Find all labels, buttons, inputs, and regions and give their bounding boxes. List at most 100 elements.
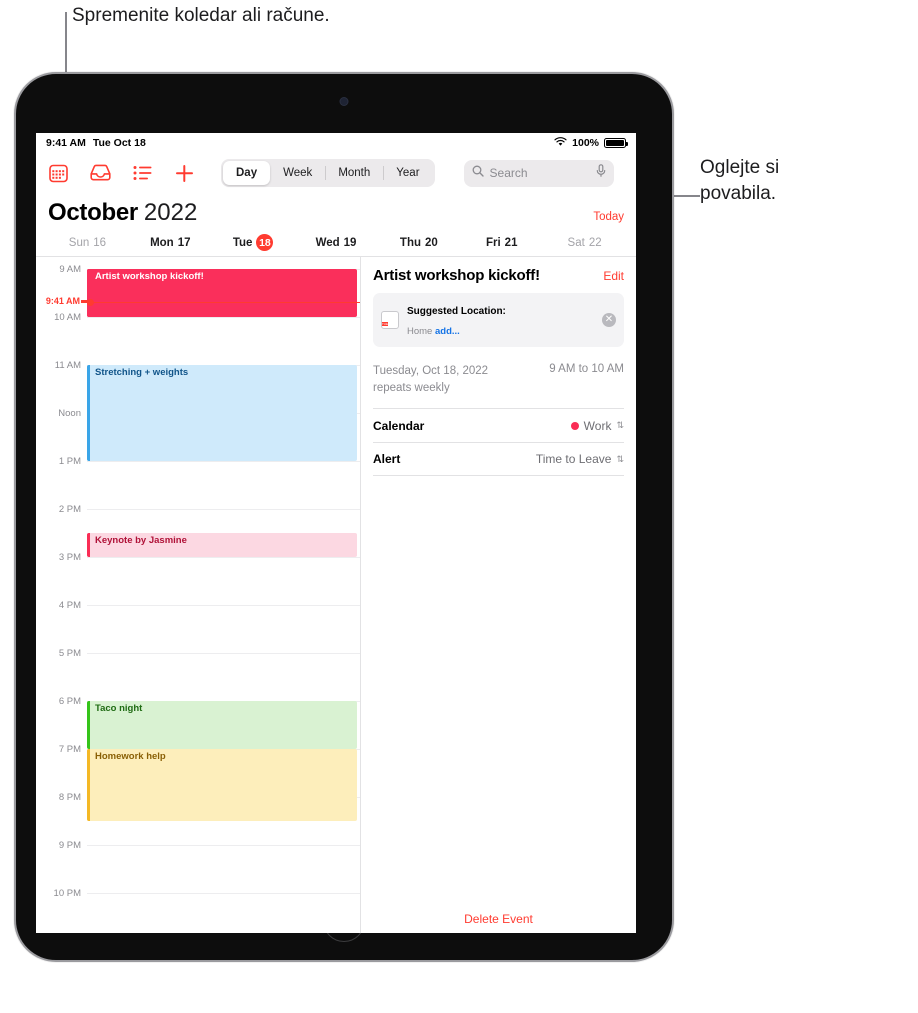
day-number: 17 <box>177 236 191 249</box>
day-cell-sat-22[interactable]: Sat 22 <box>543 237 626 249</box>
event-date: Tuesday, Oct 18, 2022 <box>373 365 489 377</box>
calendars-icon[interactable] <box>48 163 69 184</box>
week-day-strip: Sun 16 Mon 17 Tue 18 Wed 19 Thu 20 Fri 2… <box>36 229 636 257</box>
search-field[interactable]: Search <box>463 159 614 187</box>
event-color-stripe <box>87 749 90 821</box>
add-icon[interactable] <box>174 163 195 184</box>
status-time: 9:41 AM <box>46 137 86 149</box>
day-number: 19 <box>343 236 357 249</box>
microphone-icon[interactable] <box>596 164 606 182</box>
hour-gridline <box>87 893 360 894</box>
hour-gridline <box>87 605 360 606</box>
battery-icon <box>604 138 628 148</box>
row-alert[interactable]: Alert Time to Leave ⇅ <box>373 442 624 477</box>
callout-top-text: Spremenite koledar ali račune. <box>72 5 330 26</box>
close-icon[interactable]: ✕ <box>602 313 616 327</box>
event-color-stripe <box>87 533 90 557</box>
ipad-screen: 9:41 AM Tue Oct 18 100% Day Week Month Y… <box>36 133 636 933</box>
chevron-updown-icon[interactable]: ⇅ <box>616 454 624 465</box>
hour-gridline <box>87 845 360 846</box>
month-header: October 2022 Today <box>36 193 636 229</box>
suggestion-text: Suggested Location: Home add... <box>407 300 594 340</box>
segment-month[interactable]: Month <box>325 161 383 185</box>
day-weekday: Tue <box>232 236 253 249</box>
hour-gridline <box>87 461 360 462</box>
event-title-label: Homework help <box>95 751 166 762</box>
app-toolbar: Day Week Month Year Search <box>36 153 636 193</box>
hour-label: 2 PM <box>58 504 81 515</box>
month-year: 2022 <box>143 199 198 226</box>
row-alert-value[interactable]: Time to Leave ⇅ <box>536 452 624 466</box>
calendar-color-dot <box>570 421 579 430</box>
row-calendar-value[interactable]: Work ⇅ <box>570 418 624 433</box>
suggestion-subtitle: Home add... <box>407 326 460 337</box>
event-title-label: Artist workshop kickoff! <box>95 271 204 282</box>
inbox-icon[interactable] <box>90 163 111 184</box>
day-number: 21 <box>504 236 518 249</box>
hour-label: 11 AM <box>54 360 81 371</box>
event-color-stripe <box>87 269 90 317</box>
hour-row: 4 PM <box>36 600 360 653</box>
hour-label: 4 PM <box>58 600 81 611</box>
segment-year[interactable]: Year <box>383 161 432 185</box>
day-cell-tue-18[interactable]: Tue 18 <box>212 234 295 251</box>
day-weekday: Thu <box>399 236 421 249</box>
search-input-placeholder[interactable]: Search <box>490 166 590 180</box>
event-title-label: Keynote by Jasmine <box>95 535 187 546</box>
day-weekday: Mon <box>150 236 174 249</box>
day-cell-fri-21[interactable]: Fri 21 <box>460 237 543 249</box>
day-weekday: Wed <box>315 236 340 249</box>
event-color-stripe <box>87 701 90 749</box>
hour-label: 10 AM <box>54 312 81 323</box>
delete-event-button[interactable]: Delete Event <box>361 912 636 926</box>
front-camera <box>340 98 348 105</box>
hour-label: 5 PM <box>58 648 81 659</box>
list-icon[interactable] <box>132 163 153 184</box>
suggested-location-card[interactable]: TUE 18 Suggested Location: Home add... ✕ <box>373 293 624 347</box>
day-timeline-grid[interactable]: 9 AM 10 AM 11 AM Noon 1 PM 2 PM 3 PM 4 PM 5 PM 6 … <box>36 257 361 933</box>
segment-week[interactable]: Week <box>270 161 325 185</box>
day-cell-thu-20[interactable]: Thu 20 <box>377 237 460 249</box>
hour-row: 9 PM <box>36 840 360 893</box>
now-dot <box>87 298 94 306</box>
day-cell-wed-19[interactable]: Wed 19 <box>295 237 378 249</box>
row-calendar[interactable]: Calendar Work ⇅ <box>373 408 624 442</box>
hour-label: 9 AM <box>59 264 81 275</box>
hour-row: 1 PM <box>36 456 360 509</box>
row-alert-label: Alert <box>373 452 401 467</box>
hour-gridline <box>87 317 360 318</box>
suggestion-add-link[interactable]: add... <box>435 326 460 337</box>
day-weekday: Fri <box>485 236 501 249</box>
calendar-event[interactable]: Keynote by Jasmine <box>87 533 357 557</box>
alert-name: Time to Leave <box>535 452 612 467</box>
calendar-event[interactable]: Homework help <box>87 749 357 821</box>
calendar-event[interactable]: Artist workshop kickoff! <box>87 269 357 317</box>
inspector-header: Artist workshop kickoff! Edit <box>373 267 624 284</box>
hour-label: 7 PM <box>58 744 81 755</box>
selected-day-badge: 18 <box>256 234 274 251</box>
day-cell-sun-16[interactable]: Sun 16 <box>46 237 129 249</box>
today-button[interactable]: Today <box>593 211 624 223</box>
wifi-icon <box>554 136 567 150</box>
calendar-event[interactable]: Taco night <box>87 701 357 749</box>
calendar-name: Work <box>583 418 612 433</box>
hour-label: 6 PM <box>58 696 81 707</box>
edit-button[interactable]: Edit <box>603 269 624 283</box>
segment-day[interactable]: Day <box>223 161 271 185</box>
day-weekday: Sun <box>68 236 90 249</box>
suggestion-home-label: Home <box>407 326 435 337</box>
hour-row: 10 PM <box>36 888 360 933</box>
hour-row: 10 AM <box>36 312 360 365</box>
event-inspector: Artist workshop kickoff! Edit TUE 18 Sug… <box>361 257 636 933</box>
day-number: 16 <box>93 236 107 249</box>
row-calendar-label: Calendar <box>373 418 425 433</box>
chevron-updown-icon[interactable]: ⇅ <box>616 420 624 431</box>
day-cell-mon-17[interactable]: Mon 17 <box>129 237 212 249</box>
event-when: Tuesday, Oct 18, 2022 repeats weekly 9 A… <box>373 363 624 396</box>
view-segmented-control[interactable]: Day Week Month Year <box>221 159 435 187</box>
hour-gridline <box>87 557 360 558</box>
event-color-stripe <box>87 365 90 461</box>
content-split: 9 AM 10 AM 11 AM Noon 1 PM 2 PM 3 PM 4 PM 5 PM 6 … <box>36 257 636 933</box>
calendar-event[interactable]: Stretching + weights <box>87 365 357 461</box>
event-time-range: 9 AM to 10 AM <box>549 363 624 375</box>
